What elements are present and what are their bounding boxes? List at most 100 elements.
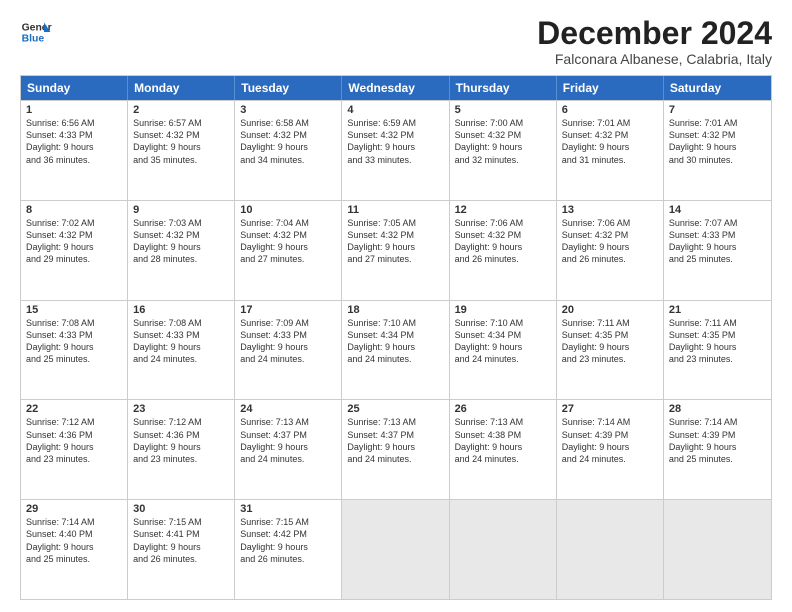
cell-info: Sunrise: 7:14 AMSunset: 4:39 PMDaylight:… [562,416,658,465]
day-cell-3: 3Sunrise: 6:58 AMSunset: 4:32 PMDaylight… [235,101,342,200]
day-cell-2: 2Sunrise: 6:57 AMSunset: 4:32 PMDaylight… [128,101,235,200]
day-cell-11: 11Sunrise: 7:05 AMSunset: 4:32 PMDayligh… [342,201,449,300]
day-cell-25: 25Sunrise: 7:13 AMSunset: 4:37 PMDayligh… [342,400,449,499]
day-cell-17: 17Sunrise: 7:09 AMSunset: 4:33 PMDayligh… [235,301,342,400]
day-number: 6 [562,104,658,116]
cell-info: Sunrise: 7:14 AMSunset: 4:39 PMDaylight:… [669,416,766,465]
empty-cell [557,500,664,599]
day-number: 5 [455,104,551,116]
header-cell-wednesday: Wednesday [342,76,449,100]
cell-info: Sunrise: 7:02 AMSunset: 4:32 PMDaylight:… [26,217,122,266]
day-number: 22 [26,403,122,415]
day-cell-18: 18Sunrise: 7:10 AMSunset: 4:34 PMDayligh… [342,301,449,400]
month-title: December 2024 [537,16,772,51]
cell-info: Sunrise: 7:01 AMSunset: 4:32 PMDaylight:… [562,117,658,166]
header-cell-friday: Friday [557,76,664,100]
day-number: 4 [347,104,443,116]
day-cell-30: 30Sunrise: 7:15 AMSunset: 4:41 PMDayligh… [128,500,235,599]
day-number: 24 [240,403,336,415]
day-cell-19: 19Sunrise: 7:10 AMSunset: 4:34 PMDayligh… [450,301,557,400]
day-cell-21: 21Sunrise: 7:11 AMSunset: 4:35 PMDayligh… [664,301,771,400]
day-number: 7 [669,104,766,116]
calendar-row-5: 29Sunrise: 7:14 AMSunset: 4:40 PMDayligh… [21,499,771,599]
calendar: SundayMondayTuesdayWednesdayThursdayFrid… [20,75,772,600]
day-cell-5: 5Sunrise: 7:00 AMSunset: 4:32 PMDaylight… [450,101,557,200]
day-number: 16 [133,304,229,316]
cell-info: Sunrise: 7:11 AMSunset: 4:35 PMDaylight:… [562,317,658,366]
day-cell-7: 7Sunrise: 7:01 AMSunset: 4:32 PMDaylight… [664,101,771,200]
calendar-header: SundayMondayTuesdayWednesdayThursdayFrid… [21,76,771,100]
day-number: 23 [133,403,229,415]
empty-cell [342,500,449,599]
cell-info: Sunrise: 7:09 AMSunset: 4:33 PMDaylight:… [240,317,336,366]
location: Falconara Albanese, Calabria, Italy [537,51,772,67]
day-number: 14 [669,204,766,216]
day-cell-28: 28Sunrise: 7:14 AMSunset: 4:39 PMDayligh… [664,400,771,499]
header-cell-saturday: Saturday [664,76,771,100]
calendar-row-2: 8Sunrise: 7:02 AMSunset: 4:32 PMDaylight… [21,200,771,300]
cell-info: Sunrise: 7:00 AMSunset: 4:32 PMDaylight:… [455,117,551,166]
day-number: 18 [347,304,443,316]
calendar-body: 1Sunrise: 6:56 AMSunset: 4:33 PMDaylight… [21,100,771,599]
day-cell-10: 10Sunrise: 7:04 AMSunset: 4:32 PMDayligh… [235,201,342,300]
cell-info: Sunrise: 6:58 AMSunset: 4:32 PMDaylight:… [240,117,336,166]
cell-info: Sunrise: 7:05 AMSunset: 4:32 PMDaylight:… [347,217,443,266]
day-cell-26: 26Sunrise: 7:13 AMSunset: 4:38 PMDayligh… [450,400,557,499]
cell-info: Sunrise: 7:13 AMSunset: 4:37 PMDaylight:… [347,416,443,465]
day-cell-8: 8Sunrise: 7:02 AMSunset: 4:32 PMDaylight… [21,201,128,300]
day-cell-27: 27Sunrise: 7:14 AMSunset: 4:39 PMDayligh… [557,400,664,499]
cell-info: Sunrise: 7:06 AMSunset: 4:32 PMDaylight:… [562,217,658,266]
day-cell-12: 12Sunrise: 7:06 AMSunset: 4:32 PMDayligh… [450,201,557,300]
cell-info: Sunrise: 7:14 AMSunset: 4:40 PMDaylight:… [26,516,122,565]
cell-info: Sunrise: 7:10 AMSunset: 4:34 PMDaylight:… [455,317,551,366]
day-number: 29 [26,503,122,515]
cell-info: Sunrise: 7:03 AMSunset: 4:32 PMDaylight:… [133,217,229,266]
day-number: 1 [26,104,122,116]
cell-info: Sunrise: 7:13 AMSunset: 4:38 PMDaylight:… [455,416,551,465]
header-cell-sunday: Sunday [21,76,128,100]
day-number: 12 [455,204,551,216]
cell-info: Sunrise: 7:11 AMSunset: 4:35 PMDaylight:… [669,317,766,366]
day-number: 19 [455,304,551,316]
day-number: 11 [347,204,443,216]
title-block: December 2024 Falconara Albanese, Calabr… [537,16,772,67]
day-number: 25 [347,403,443,415]
day-cell-1: 1Sunrise: 6:56 AMSunset: 4:33 PMDaylight… [21,101,128,200]
day-number: 30 [133,503,229,515]
day-number: 17 [240,304,336,316]
page: General Blue December 2024 Falconara Alb… [0,0,792,612]
day-number: 15 [26,304,122,316]
day-cell-14: 14Sunrise: 7:07 AMSunset: 4:33 PMDayligh… [664,201,771,300]
svg-text:Blue: Blue [22,34,45,45]
cell-info: Sunrise: 6:56 AMSunset: 4:33 PMDaylight:… [26,117,122,166]
empty-cell [664,500,771,599]
day-number: 2 [133,104,229,116]
day-number: 21 [669,304,766,316]
cell-info: Sunrise: 7:07 AMSunset: 4:33 PMDaylight:… [669,217,766,266]
cell-info: Sunrise: 6:59 AMSunset: 4:32 PMDaylight:… [347,117,443,166]
cell-info: Sunrise: 7:06 AMSunset: 4:32 PMDaylight:… [455,217,551,266]
day-cell-29: 29Sunrise: 7:14 AMSunset: 4:40 PMDayligh… [21,500,128,599]
logo-icon: General Blue [20,16,52,48]
day-cell-6: 6Sunrise: 7:01 AMSunset: 4:32 PMDaylight… [557,101,664,200]
calendar-row-4: 22Sunrise: 7:12 AMSunset: 4:36 PMDayligh… [21,399,771,499]
cell-info: Sunrise: 7:12 AMSunset: 4:36 PMDaylight:… [26,416,122,465]
day-number: 20 [562,304,658,316]
cell-info: Sunrise: 7:08 AMSunset: 4:33 PMDaylight:… [26,317,122,366]
day-number: 9 [133,204,229,216]
cell-info: Sunrise: 7:08 AMSunset: 4:33 PMDaylight:… [133,317,229,366]
day-number: 13 [562,204,658,216]
cell-info: Sunrise: 7:10 AMSunset: 4:34 PMDaylight:… [347,317,443,366]
day-cell-4: 4Sunrise: 6:59 AMSunset: 4:32 PMDaylight… [342,101,449,200]
cell-info: Sunrise: 7:15 AMSunset: 4:42 PMDaylight:… [240,516,336,565]
day-cell-16: 16Sunrise: 7:08 AMSunset: 4:33 PMDayligh… [128,301,235,400]
day-number: 28 [669,403,766,415]
header: General Blue December 2024 Falconara Alb… [20,16,772,67]
logo: General Blue [20,16,52,48]
day-cell-24: 24Sunrise: 7:13 AMSunset: 4:37 PMDayligh… [235,400,342,499]
header-cell-thursday: Thursday [450,76,557,100]
day-number: 31 [240,503,336,515]
cell-info: Sunrise: 7:04 AMSunset: 4:32 PMDaylight:… [240,217,336,266]
header-cell-monday: Monday [128,76,235,100]
day-cell-23: 23Sunrise: 7:12 AMSunset: 4:36 PMDayligh… [128,400,235,499]
